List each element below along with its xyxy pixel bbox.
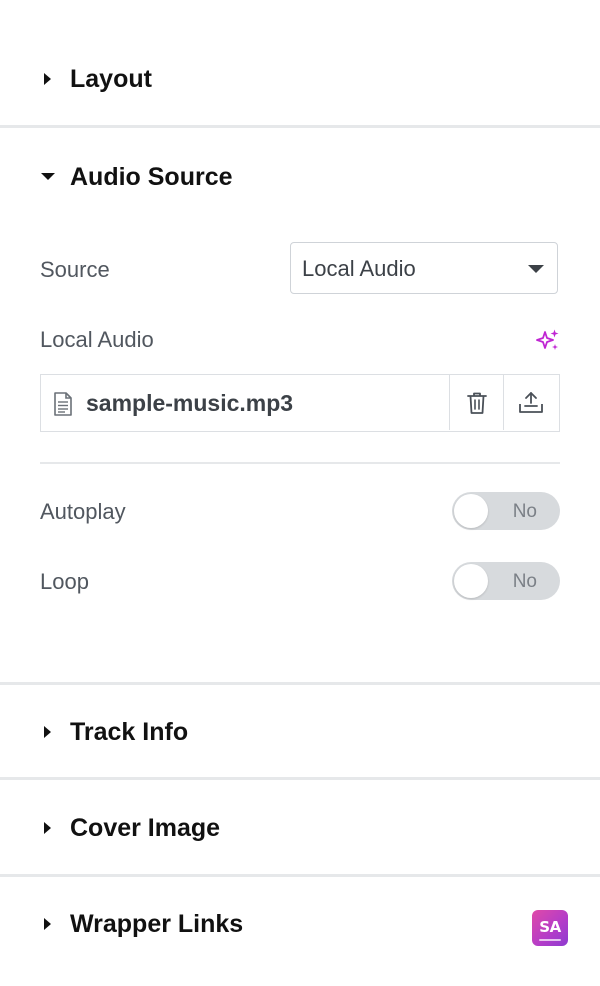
- media-file-control: sample-music.mp3: [40, 374, 560, 432]
- section-divider: [0, 682, 600, 685]
- section-wrapper-links-title: Wrapper Links: [70, 910, 244, 938]
- ai-sparkle-icon[interactable]: [536, 328, 560, 352]
- local-audio-label: Local Audio: [40, 327, 154, 352]
- section-cover-image-title: Cover Image: [70, 814, 221, 842]
- section-track-info-header[interactable]: Track Info: [0, 708, 600, 756]
- section-layout-header[interactable]: Layout: [0, 55, 600, 103]
- section-wrapper-links-header[interactable]: Wrapper Links: [0, 900, 600, 948]
- section-audio-source-header[interactable]: Audio Source: [0, 153, 600, 201]
- chevron-down-icon: [528, 265, 544, 273]
- brand-badge-icon: SA: [532, 910, 568, 946]
- autoplay-toggle-state: No: [512, 501, 537, 522]
- section-audio-source-title: Audio Source: [70, 163, 233, 191]
- file-icon: [54, 392, 72, 416]
- autoplay-toggle-knob: [454, 494, 488, 528]
- autoplay-label: Autoplay: [40, 499, 126, 524]
- section-divider: [0, 125, 600, 128]
- section-divider: [0, 874, 600, 877]
- autoplay-toggle[interactable]: No: [452, 492, 560, 530]
- brand-logo-mark: SA: [539, 917, 561, 936]
- loop-toggle-state: No: [512, 571, 537, 592]
- caret-right-icon: [44, 918, 51, 930]
- source-select-value: Local Audio: [302, 256, 416, 281]
- loop-toggle[interactable]: No: [452, 562, 560, 600]
- caret-right-icon: [44, 73, 51, 85]
- upload-icon: [518, 391, 543, 413]
- section-layout-title: Layout: [70, 65, 152, 93]
- loop-label: Loop: [40, 569, 89, 594]
- section-divider: [0, 777, 600, 780]
- trash-icon: [466, 392, 487, 414]
- media-file-name: sample-music.mp3: [86, 390, 294, 416]
- source-label: Source: [40, 257, 110, 282]
- caret-down-icon: [41, 173, 55, 180]
- control-separator: [40, 462, 560, 464]
- delete-file-button[interactable]: [449, 375, 503, 430]
- loop-toggle-knob: [454, 564, 488, 598]
- upload-file-button[interactable]: [503, 375, 557, 430]
- caret-right-icon: [44, 726, 51, 738]
- source-select[interactable]: Local Audio: [290, 242, 558, 294]
- section-track-info-title: Track Info: [70, 718, 189, 746]
- section-cover-image-header[interactable]: Cover Image: [0, 804, 600, 852]
- caret-right-icon: [44, 822, 51, 834]
- brand-logo-subline: [539, 938, 561, 941]
